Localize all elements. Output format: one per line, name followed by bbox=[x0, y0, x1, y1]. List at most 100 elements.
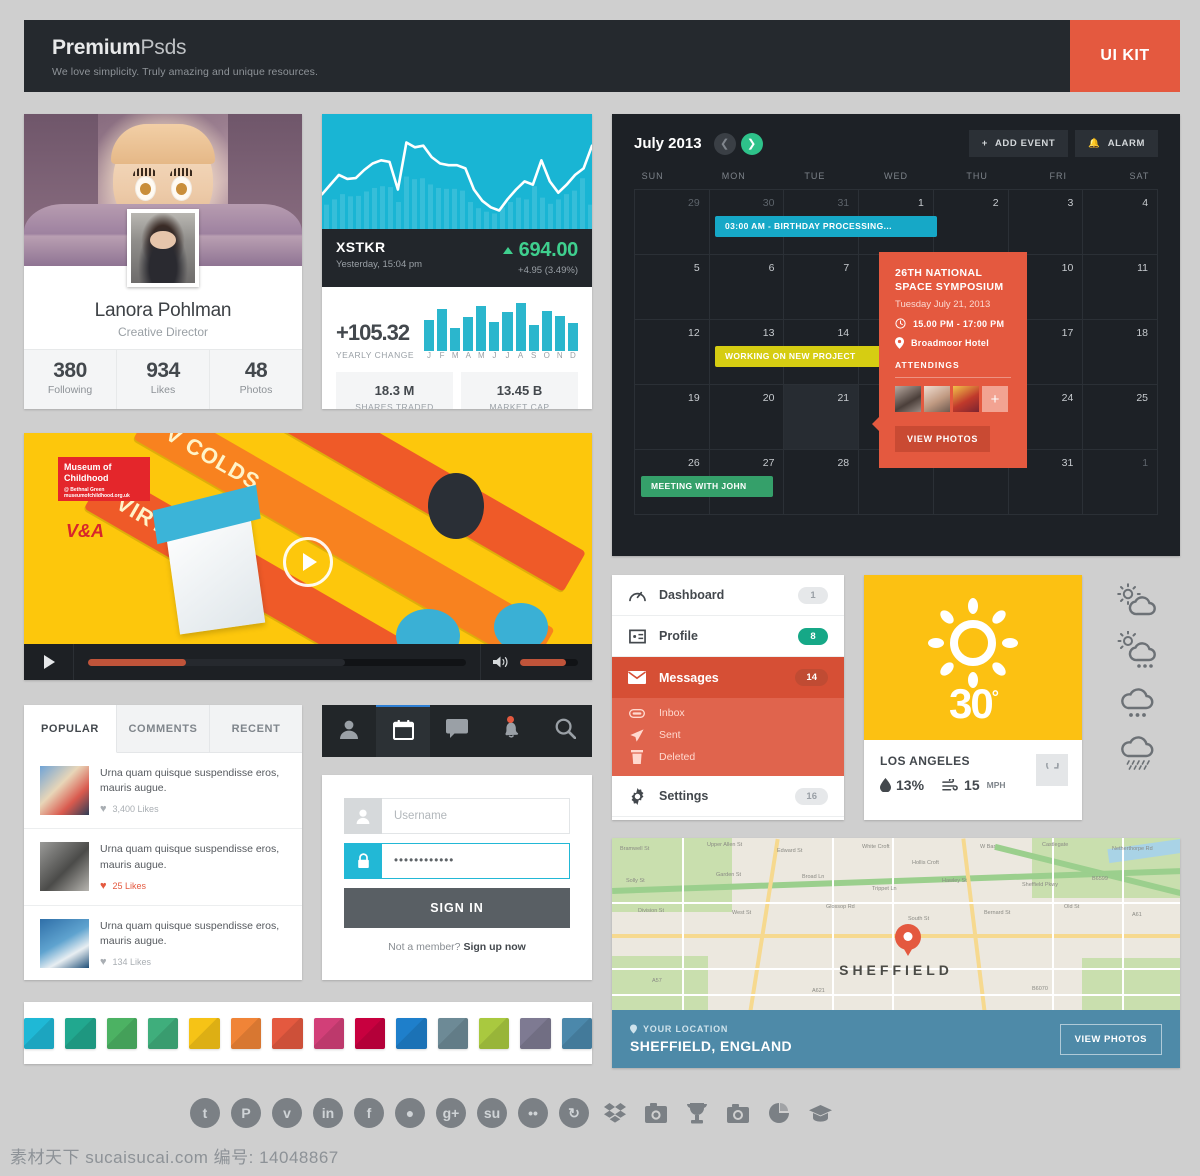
calendar-day-cell[interactable]: 1 bbox=[1083, 450, 1159, 515]
calendar-day-cell[interactable]: 11 bbox=[1083, 255, 1159, 320]
calendar-day-cell[interactable]: 4 bbox=[1083, 190, 1159, 255]
chevron-left-icon[interactable]: ❮ bbox=[713, 132, 736, 155]
alarm-button[interactable]: 🔔 ALARM bbox=[1075, 130, 1158, 157]
play-icon[interactable] bbox=[283, 537, 333, 587]
add-event-button[interactable]: + ADD EVENT bbox=[968, 130, 1069, 157]
toolbar-chat[interactable] bbox=[430, 705, 484, 757]
chevron-right-icon[interactable]: ❯ bbox=[740, 132, 763, 155]
stat-label: Following bbox=[47, 384, 93, 396]
calendar-day-cell[interactable]: 25 bbox=[1083, 385, 1159, 450]
popup-time: 15.00 PM - 17:00 PM bbox=[913, 318, 1005, 329]
map-canvas[interactable]: Bramwell St Upper Allen St Edward St White … bbox=[612, 838, 1180, 1010]
camera-icon[interactable] bbox=[723, 1098, 753, 1128]
color-swatch[interactable] bbox=[23, 1017, 55, 1049]
toolbar-calendar[interactable] bbox=[376, 705, 430, 757]
stumbleupon-icon[interactable]: su bbox=[477, 1098, 507, 1128]
calendar-day-number: 2 bbox=[992, 197, 999, 209]
calendar-day-cell[interactable]: 20 bbox=[709, 385, 785, 450]
calendar-day-cell[interactable]: 19 bbox=[635, 385, 710, 450]
color-swatch[interactable] bbox=[437, 1017, 468, 1049]
volume-icon[interactable] bbox=[493, 655, 510, 669]
avatar[interactable] bbox=[127, 209, 199, 287]
icon-toolbar bbox=[322, 705, 592, 757]
color-swatch[interactable] bbox=[230, 1017, 262, 1049]
add-attendee-button[interactable]: + bbox=[982, 386, 1008, 413]
toolbar-user[interactable] bbox=[322, 705, 376, 757]
calendar-day-cell[interactable]: 28 bbox=[784, 450, 860, 515]
map-view-photos-button[interactable]: VIEW PHOTOS bbox=[1059, 1023, 1162, 1055]
pinterest-icon[interactable]: P bbox=[231, 1098, 261, 1128]
color-swatch[interactable] bbox=[478, 1017, 510, 1049]
tab-recent[interactable]: RECENT bbox=[210, 705, 302, 752]
color-swatch[interactable] bbox=[520, 1017, 551, 1049]
map-pin-icon[interactable] bbox=[895, 924, 921, 950]
refresh-icon[interactable] bbox=[1036, 754, 1068, 786]
list-item[interactable]: Urna quam quisque suspendisse eros, maur… bbox=[24, 906, 302, 981]
sign-in-button[interactable]: SIGN IN bbox=[344, 888, 570, 928]
tab-comments[interactable]: COMMENTS bbox=[117, 705, 210, 752]
color-swatch[interactable] bbox=[189, 1017, 220, 1049]
calendar-event-meeting[interactable]: MEETING WITH JOHN bbox=[641, 476, 773, 497]
instagram-icon[interactable] bbox=[641, 1098, 671, 1128]
page-subtitle: We love simplicity. Truly amazing and un… bbox=[52, 66, 318, 78]
tab-popular[interactable]: POPULAR bbox=[24, 705, 117, 753]
calendar-day-cell[interactable]: 29 bbox=[635, 190, 710, 255]
dropbox-icon[interactable] bbox=[600, 1098, 630, 1128]
color-swatch[interactable] bbox=[148, 1017, 179, 1049]
submenu-item-sent[interactable]: Sent bbox=[612, 724, 844, 746]
attendee-avatar[interactable] bbox=[924, 386, 950, 413]
attendee-avatar[interactable] bbox=[895, 386, 921, 413]
username-input[interactable]: Username bbox=[382, 798, 570, 834]
flickr-icon[interactable]: •• bbox=[518, 1098, 548, 1128]
color-swatch[interactable] bbox=[561, 1017, 593, 1049]
dribbble-icon[interactable]: ● bbox=[395, 1098, 425, 1128]
color-swatch[interactable] bbox=[396, 1017, 427, 1049]
toolbar-search[interactable] bbox=[538, 705, 592, 757]
calendar-day-cell[interactable]: 7 bbox=[784, 255, 860, 320]
video-progress-bar[interactable] bbox=[88, 658, 466, 666]
stat-likes[interactable]: 934 Likes bbox=[117, 350, 210, 409]
stat-following[interactable]: 380 Following bbox=[24, 350, 117, 409]
list-item[interactable]: Urna quam quisque suspendisse eros, maur… bbox=[24, 753, 302, 830]
popup-view-photos-button[interactable]: VIEW PHOTOS bbox=[895, 426, 991, 453]
calendar-event-birthday[interactable]: 03:00 AM - BIRTHDAY PROCESSING... bbox=[715, 216, 937, 237]
color-swatch[interactable] bbox=[106, 1017, 138, 1049]
sidebar-item-profile[interactable]: Profile 8 bbox=[612, 616, 844, 657]
trophy-icon[interactable] bbox=[682, 1098, 712, 1128]
graduation-cap-icon[interactable] bbox=[805, 1098, 835, 1128]
password-input[interactable]: •••••••••••• bbox=[382, 843, 570, 879]
color-swatch[interactable] bbox=[313, 1017, 344, 1049]
calendar-day-cell[interactable]: 12 bbox=[635, 320, 710, 385]
color-swatch[interactable] bbox=[354, 1017, 386, 1049]
toolbar-bell[interactable] bbox=[484, 705, 538, 757]
calendar-day-cell[interactable]: 2 bbox=[933, 190, 1009, 255]
submenu-item-inbox[interactable]: Inbox bbox=[612, 702, 844, 724]
rdio-icon[interactable]: ↻ bbox=[559, 1098, 589, 1128]
calendar-day-cell[interactable]: 21 bbox=[784, 385, 860, 450]
linkedin-icon[interactable]: in bbox=[313, 1098, 343, 1128]
calendar-day-cell[interactable]: 3 bbox=[1008, 190, 1084, 255]
submenu-item-deleted[interactable]: Deleted bbox=[612, 746, 844, 768]
volume-slider[interactable] bbox=[520, 658, 578, 666]
nav-menu: Dashboard 1 Profile 8 Messages 14 Inbox … bbox=[612, 575, 844, 820]
sidebar-item-messages[interactable]: Messages 14 bbox=[612, 657, 844, 698]
facebook-icon[interactable]: f bbox=[354, 1098, 384, 1128]
color-swatch[interactable] bbox=[272, 1017, 303, 1049]
pie-chart-icon[interactable] bbox=[764, 1098, 794, 1128]
color-swatch[interactable] bbox=[65, 1017, 96, 1049]
list-item[interactable]: Urna quam quisque suspendisse eros, maur… bbox=[24, 829, 302, 906]
stat-photos[interactable]: 48 Photos bbox=[210, 350, 302, 409]
twitter-icon[interactable]: t bbox=[190, 1098, 220, 1128]
vimeo-icon[interactable]: v bbox=[272, 1098, 302, 1128]
calendar-day-cell[interactable]: 5 bbox=[635, 255, 710, 320]
sign-up-link[interactable]: Sign up now bbox=[463, 941, 525, 953]
calendar-day-cell[interactable]: 18 bbox=[1083, 320, 1159, 385]
play-icon[interactable] bbox=[44, 655, 55, 669]
sidebar-item-dashboard[interactable]: Dashboard 1 bbox=[612, 575, 844, 616]
calendar-day-cell[interactable]: 6 bbox=[709, 255, 785, 320]
google-plus-icon[interactable]: g+ bbox=[436, 1098, 466, 1128]
bar-column bbox=[424, 303, 435, 351]
sidebar-item-settings[interactable]: Settings 16 bbox=[612, 776, 844, 817]
map-road bbox=[892, 838, 894, 1010]
attendee-avatar[interactable] bbox=[953, 386, 979, 413]
